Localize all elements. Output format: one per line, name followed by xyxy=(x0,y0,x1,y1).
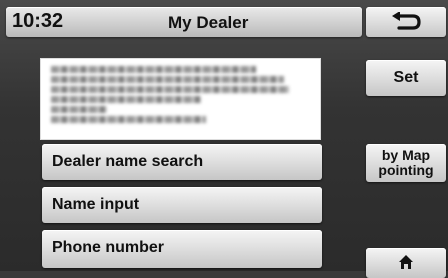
redacted-text xyxy=(51,86,289,93)
page-title: My Dealer xyxy=(168,13,249,32)
clock: 10:32 xyxy=(12,10,64,32)
dealer-name-search-button[interactable]: Dealer name search xyxy=(42,144,322,180)
redacted-text xyxy=(51,116,206,123)
home-icon xyxy=(399,255,413,269)
map-label-line2: pointing xyxy=(378,162,434,178)
set-button[interactable]: Set xyxy=(366,60,446,96)
map-label-line1: by Map xyxy=(381,147,431,163)
back-button[interactable] xyxy=(366,7,446,37)
set-label: Set xyxy=(393,69,419,86)
return-arrow-icon xyxy=(392,12,421,30)
redacted-text xyxy=(51,66,256,73)
dealer-info-panel xyxy=(40,58,321,140)
screen: 10:32 My Dealer Dealer name search Name … xyxy=(0,0,448,278)
by-map-pointing-button[interactable]: by Map pointing xyxy=(366,144,446,182)
redacted-text xyxy=(51,106,107,113)
name-input-label: Name input xyxy=(52,196,140,213)
dealer-name-search-label: Dealer name search xyxy=(52,153,204,170)
title-bar: 10:32 My Dealer xyxy=(6,7,362,37)
name-input-button[interactable]: Name input xyxy=(42,187,322,223)
phone-number-button[interactable]: Phone number xyxy=(42,230,322,268)
redacted-text xyxy=(51,96,201,103)
home-button[interactable] xyxy=(366,248,446,278)
phone-number-label: Phone number xyxy=(52,239,165,256)
redacted-text xyxy=(51,76,284,83)
